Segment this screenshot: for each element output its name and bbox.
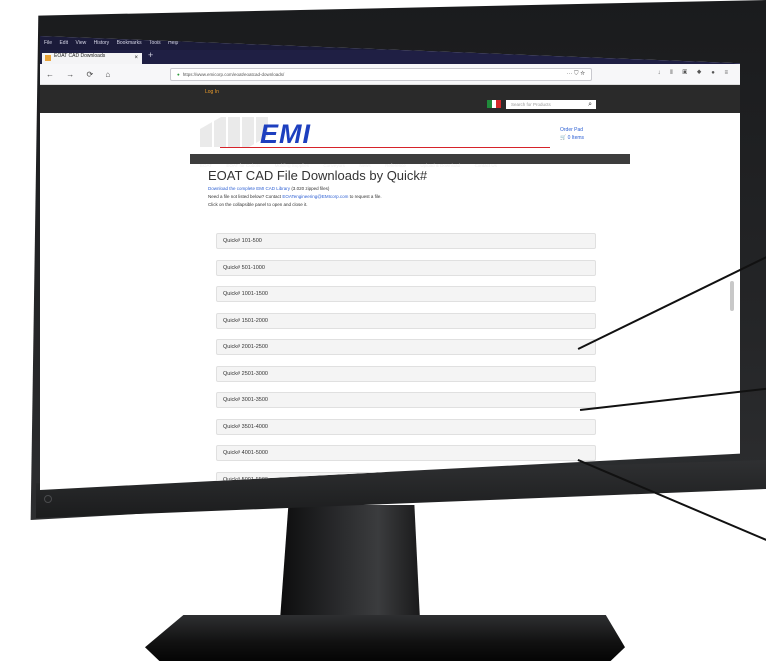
instruction-text: Click on the collapsible panel to open a… [208,202,308,207]
navigation-buttons[interactable]: ← → ⟳ ⌂ [46,70,115,79]
not-listed-text-end: to request a file. [349,194,382,199]
collapsible-panel[interactable]: Quick# 1501-2000 [216,312,596,329]
site-main-nav: EOAT EOAT for Cobots Molding Supplies Co… [190,154,630,168]
collapsible-panel[interactable]: Quick# 3001-3500 [216,392,596,408]
search-placeholder: Search for Products [511,102,551,107]
login-link[interactable]: Log In [205,89,219,95]
mexico-flag-icon[interactable] [487,100,502,108]
browser-tab[interactable]: EOAT CAD Downloads × [42,53,142,64]
download-library-link[interactable]: Download the complete EMI CAD Library [208,186,290,191]
panel-label: Quick# 101-500 [223,238,262,244]
monitor-stand-neck [280,505,420,620]
collapsible-panel[interactable]: Quick# 3501-4000 [216,418,596,435]
menu-tools[interactable]: Tools [149,40,161,46]
menu-view[interactable]: View [75,40,86,46]
panel-label: Quick# 1001-1500 [223,291,268,297]
panel-label: Quick# 1501-2000 [223,317,268,324]
logo-divider [220,147,550,148]
site-topbar: Log In Search for Products ⌕ [40,85,740,113]
order-pad-link[interactable]: Order Pad [560,126,584,134]
page-content: EOAT CAD File Downloads by Quick# Downlo… [208,168,608,210]
download-note: (3.020 zipped files) [291,186,330,191]
panel-label: Quick# 3501-4000 [223,423,268,430]
tab-title: EOAT CAD Downloads [54,53,106,59]
contact-email-link[interactable]: EOATengineering@EMIcorp.com [282,194,348,199]
menu-history[interactable]: History [94,40,110,46]
panel-label: Quick# 501-1000 [223,264,265,271]
cart-count[interactable]: 0 Items [568,135,584,141]
lock-icon: ● [177,72,180,77]
collapsible-panel[interactable]: Quick# 2501-3000 [216,365,596,382]
site-header: EMI Order Pad 🛒 0 Items [40,113,740,153]
favicon-icon [45,55,51,61]
menu-bookmarks[interactable]: Bookmarks [117,40,142,46]
product-search-input[interactable]: Search for Products ⌕ [506,100,596,109]
browser-toolbar: ← → ⟳ ⌂ ● https://www.emicorp.com/eoat/eo… [40,64,740,85]
cart-icon: 🛒 [560,135,567,141]
collapsible-panel[interactable]: Quick# 101-500 [216,233,596,249]
monitor-screen: File Edit View History Bookmarks Tools H… [40,36,740,490]
collapsible-panel[interactable]: Quick# 1001-1500 [216,286,596,302]
page-title: EOAT CAD File Downloads by Quick# [208,168,428,183]
address-bar[interactable]: ● https://www.emicorp.com/eoat/eoatcad-do… [170,68,592,81]
collapsible-panels: Quick# 101-500 Quick# 501-1000 Quick# 10… [216,233,596,490]
panel-label: Quick# 2001-2500 [223,344,268,350]
page-scrollbar[interactable] [730,281,734,311]
url-actions-icons[interactable]: ··· ⛉ ☆ [566,71,585,78]
panel-label: Quick# 4001-5000 [223,450,268,456]
panel-label: Quick# 3001-3500 [223,397,268,403]
url-text: https://www.emicorp.com/eoat/eoatcad-dow… [182,72,285,77]
panel-label: Quick# 2501-3000 [223,370,268,377]
collapsible-panel[interactable]: Quick# 501-1000 [216,259,596,276]
search-icon[interactable]: ⌕ [588,100,592,109]
power-led[interactable] [44,495,52,503]
order-pad[interactable]: Order Pad 🛒 0 Items [560,126,584,142]
emi-logo[interactable]: EMI [260,119,311,150]
close-tab-icon[interactable]: × [134,55,138,61]
new-tab-button[interactable]: + [148,50,153,60]
collapsible-panel[interactable]: Quick# 2001-2500 [216,339,596,355]
monitor-stand-base [145,615,625,661]
not-listed-text: Need a file not listed below? Contact [208,194,282,199]
menu-file[interactable]: File [44,40,52,46]
extension-icons[interactable]: ↓ ⫴ ▣ ◆ ● ≡ [657,70,732,77]
menu-edit[interactable]: Edit [59,40,68,46]
collapsible-panel[interactable]: Quick# 4001-5000 [216,445,596,461]
